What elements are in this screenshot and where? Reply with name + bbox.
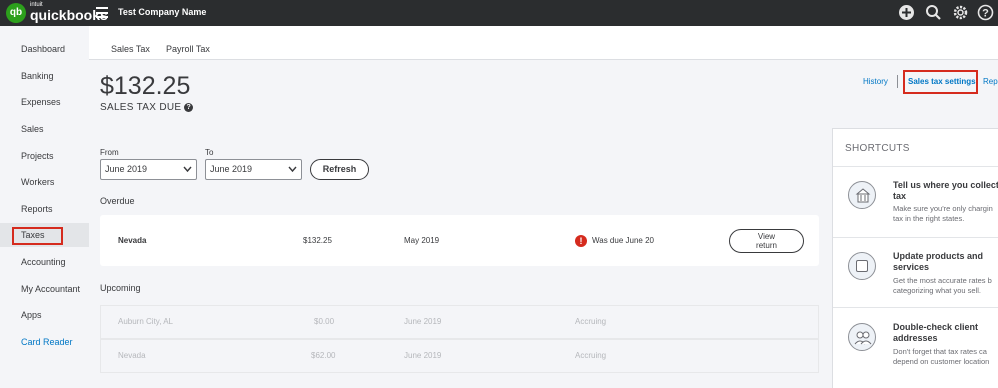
reports-link[interactable]: Rep [983,77,998,87]
shortcut-desc-line: Get the most accurate rates b [893,276,992,285]
quickbooks-logo[interactable]: qb [6,3,26,23]
search-icon[interactable] [925,4,942,21]
shortcut-title-line[interactable]: Tell us where you collect [893,180,998,191]
highlight-box-settings [903,70,978,94]
from-select[interactable]: June 2019 [100,159,197,180]
to-label: To [205,148,214,157]
alert-icon: ! [575,235,587,247]
divider [833,237,998,238]
divider [833,307,998,308]
upcoming-amount: $62.00 [311,351,336,360]
history-link[interactable]: History [863,77,888,87]
highlight-box-taxes [12,227,63,245]
overdue-status: Was due June 20 [592,236,654,245]
view-return-line2: return [756,241,777,250]
from-label: From [100,148,119,157]
upcoming-heading: Upcoming [100,283,141,293]
help-icon[interactable]: ? [977,4,994,21]
upcoming-amount: $0.00 [314,317,335,326]
shortcut-desc-line: tax in the right states. [893,214,965,223]
sales-tax-due-text: SALES TAX DUE [100,102,182,113]
sales-tax-due-label: SALES TAX DUE? [100,102,194,113]
shortcut-desc-line: Make sure you're only chargin [893,204,993,213]
overdue-period: May 2019 [404,236,440,245]
divider [833,166,998,167]
box-icon-shape [856,260,868,272]
box-icon [848,252,876,280]
shortcuts-title: SHORTCUTS [845,143,910,154]
shortcut-title-line[interactable]: Update products and [893,251,998,262]
view-return-button[interactable]: View return [729,229,804,253]
chevron-down-icon [288,160,297,186]
shortcut-title-line[interactable]: tax [893,191,998,202]
gear-icon[interactable] [952,4,969,21]
people-icon [848,323,876,351]
sidebar-item-accounting[interactable]: Accounting [0,250,89,274]
upcoming-status: Accruing [575,351,607,360]
upcoming-agency: Auburn City, AL [118,317,173,326]
sidebar-item-projects[interactable]: Projects [0,144,89,168]
overdue-heading: Overdue [100,196,135,206]
upcoming-period: June 2019 [404,317,442,326]
overdue-row[interactable]: Nevada $132.25 May 2019 ! Was due June 2… [100,215,819,266]
table-row[interactable]: Auburn City, AL $0.00 June 2019 Accruing [100,305,819,339]
to-select-value: June 2019 [210,164,253,174]
sidebar: Dashboard Banking Expenses Sales Project… [0,26,89,388]
sales-tax-due-amount: $132.25 [100,72,191,100]
shortcut-title-line[interactable]: services [893,262,998,273]
menu-icon[interactable] [96,7,108,18]
sidebar-item-expenses[interactable]: Expenses [0,90,89,114]
sidebar-item-dashboard[interactable]: Dashboard [0,37,89,61]
shortcut-title-line[interactable]: Double-check client [893,322,998,333]
shortcut-desc-line: depend on customer location [893,357,990,366]
tab-payroll-tax[interactable]: Payroll Tax [166,43,210,55]
table-row[interactable]: Nevada $62.00 June 2019 Accruing [100,339,819,373]
tab-sales-tax[interactable]: Sales Tax [111,43,150,55]
svg-text:?: ? [982,8,989,20]
company-name: Test Company Name [118,7,207,17]
sidebar-item-banking[interactable]: Banking [0,64,89,88]
upcoming-status: Accruing [575,317,607,326]
plus-icon[interactable] [898,4,915,21]
building-icon [848,181,876,209]
overdue-amount: $132.25 [303,236,332,245]
sidebar-item-sales[interactable]: Sales [0,117,89,141]
upcoming-agency: Nevada [118,351,146,360]
sidebar-item-card-reader[interactable]: Card Reader [0,330,89,354]
view-return-line1: View [757,232,776,241]
chevron-down-icon [183,160,192,186]
shortcut-desc-line: Don't forget that tax rates ca [893,347,987,356]
upcoming-period: June 2019 [404,351,442,360]
shortcut-title-line[interactable]: addresses [893,333,998,344]
sidebar-item-my-accountant[interactable]: My Accountant [0,277,89,301]
to-select[interactable]: June 2019 [205,159,302,180]
from-select-value: June 2019 [105,164,148,174]
question-icon[interactable]: ? [184,103,194,112]
tab-bar: Sales Tax Payroll Tax [89,26,998,60]
sidebar-item-reports[interactable]: Reports [0,197,89,221]
overdue-agency: Nevada [118,236,147,245]
shortcuts-panel: SHORTCUTS Tell us where you collect tax … [832,128,998,388]
link-divider [897,75,898,88]
refresh-button[interactable]: Refresh [310,159,369,180]
top-bar: qb intuit quickbooks Test Company Name ? [0,0,998,26]
sidebar-item-apps[interactable]: Apps [0,303,89,327]
shortcut-desc-line: categorizing what you sell. [893,286,981,295]
sidebar-item-workers[interactable]: Workers [0,170,89,194]
